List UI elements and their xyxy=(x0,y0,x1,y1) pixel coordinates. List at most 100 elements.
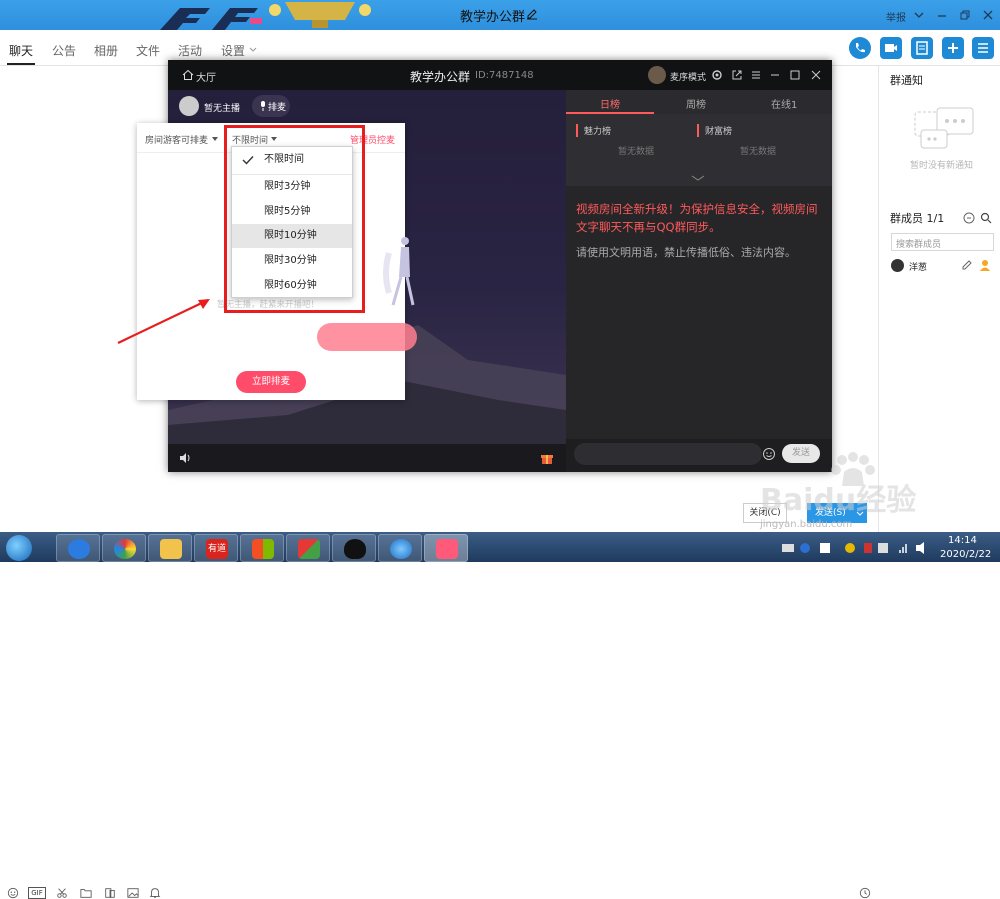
active-tab-indicator xyxy=(7,63,35,65)
voice-call-button[interactable] xyxy=(849,37,871,59)
more-menu-button[interactable] xyxy=(972,37,994,59)
maximize-icon[interactable] xyxy=(789,69,801,81)
edit-title-icon[interactable] xyxy=(526,8,538,20)
taskbar-app[interactable] xyxy=(286,534,330,562)
video-call-button[interactable] xyxy=(880,37,902,59)
scissors-icon[interactable] xyxy=(55,887,69,899)
menu-icon xyxy=(978,43,988,53)
tab-activities[interactable]: 活动 xyxy=(178,42,202,59)
taskbar-sogou[interactable] xyxy=(56,534,100,562)
speaker-icon[interactable] xyxy=(178,451,192,465)
qq-penguin-icon xyxy=(344,539,366,559)
image-icon[interactable] xyxy=(126,887,140,899)
mic-order-mode[interactable]: 麦序模式 xyxy=(670,70,706,83)
taskbar-ie[interactable] xyxy=(378,534,422,562)
watermark-text: Baidu经验 xyxy=(760,483,916,518)
add-app-button[interactable] xyxy=(942,37,964,59)
minimize-icon[interactable] xyxy=(935,8,949,22)
document-icon xyxy=(916,41,928,55)
queue-label[interactable]: 排麦 xyxy=(268,100,286,113)
minimize-icon[interactable] xyxy=(769,69,781,81)
title-bar: 教学办公群 举报 xyxy=(0,0,1000,30)
clock-date[interactable]: 2020/2/22 xyxy=(940,549,991,560)
expand-chevron-icon[interactable] xyxy=(690,174,706,182)
plus-icon xyxy=(948,43,958,53)
close-icon[interactable] xyxy=(981,8,995,22)
gift-icon[interactable] xyxy=(540,451,554,465)
video-room-title-bar: 大厅 教学办公群 ID:7487148 麦序模式 xyxy=(168,60,832,90)
tab-files[interactable]: 文件 xyxy=(136,42,160,59)
report-link[interactable]: 举报 xyxy=(886,9,906,24)
start-button[interactable] xyxy=(6,535,32,561)
window-title: 教学办公群 xyxy=(460,10,526,25)
red-arrow-annotation xyxy=(117,299,210,344)
share-screen-button[interactable] xyxy=(911,37,933,59)
tab-album[interactable]: 相册 xyxy=(94,42,118,59)
host-avatar xyxy=(179,96,199,116)
folder-icon xyxy=(160,539,182,559)
history-clock-icon[interactable] xyxy=(858,887,872,899)
no-notice-text: 暂时没有新通知 xyxy=(910,161,974,171)
folder-icon[interactable] xyxy=(79,887,93,899)
charm-rank-title: 魅力榜 xyxy=(576,124,611,137)
youdao-icon: 有道 xyxy=(206,539,228,559)
share-icon[interactable] xyxy=(731,69,743,81)
tab-online[interactable]: 在线1 xyxy=(771,96,797,111)
emoji-icon[interactable] xyxy=(6,887,20,899)
ranking-tabs: 日榜 周榜 在线1 xyxy=(566,90,832,114)
taskbar-browser[interactable] xyxy=(102,534,146,562)
tab-announcement[interactable]: 公告 xyxy=(52,42,76,59)
room-chat-input[interactable] xyxy=(574,443,762,465)
menu-icon[interactable] xyxy=(750,69,762,81)
tab-chat[interactable]: 聊天 xyxy=(9,42,33,59)
wealth-rank-empty: 暂无数据 xyxy=(740,147,777,157)
edit-icon[interactable] xyxy=(961,259,973,271)
gif-button[interactable]: GIF xyxy=(28,887,46,899)
video-icon xyxy=(885,44,897,52)
sogou-icon xyxy=(68,539,90,559)
member-avatar[interactable] xyxy=(891,259,904,272)
room-id: ID:7487148 xyxy=(475,70,534,81)
empty-notice-icon xyxy=(914,107,974,149)
office-icon xyxy=(252,539,274,559)
bell-icon[interactable] xyxy=(148,887,162,899)
taskbar-video-room[interactable] xyxy=(424,534,468,562)
lobby-link[interactable]: 大厅 xyxy=(196,69,216,84)
video-room-title: 教学办公群 xyxy=(410,70,471,84)
video-chat-icon xyxy=(436,539,458,559)
search-icon[interactable] xyxy=(980,212,992,224)
tab-weekly-rank[interactable]: 周榜 xyxy=(686,96,706,111)
system-tray-icons[interactable] xyxy=(780,538,930,558)
members-count: 群成员 1/1 xyxy=(890,212,945,225)
banner-graphic xyxy=(160,2,371,30)
microphone-icon xyxy=(261,101,265,111)
background-decoration xyxy=(317,323,417,351)
settings-gear-icon[interactable] xyxy=(711,69,723,81)
clock-time[interactable]: 14:14 xyxy=(948,535,977,546)
user-avatar[interactable] xyxy=(648,66,666,84)
taskbar-qq[interactable] xyxy=(332,534,376,562)
taskbar-explorer[interactable] xyxy=(148,534,192,562)
app-icon xyxy=(298,539,320,559)
close-icon[interactable] xyxy=(810,69,822,81)
member-name[interactable]: 洋葱 xyxy=(909,260,927,273)
taskbar-youdao[interactable]: 有道 xyxy=(194,534,238,562)
file-transfer-icon[interactable] xyxy=(103,887,117,899)
host-status: 暂无主播 xyxy=(204,104,241,114)
guest-queue-option[interactable]: 房间游客可排麦 xyxy=(145,133,208,146)
restore-icon[interactable] xyxy=(958,8,972,22)
guest-dropdown-icon[interactable] xyxy=(211,135,219,143)
invite-icon[interactable] xyxy=(963,212,975,224)
group-notice-title: 群通知 xyxy=(890,74,923,87)
tab-settings[interactable]: 设置 xyxy=(221,42,245,59)
dropdown-icon[interactable] xyxy=(912,8,926,22)
browser-icon xyxy=(114,539,136,559)
start-queue-button[interactable]: 立即排麦 xyxy=(236,371,306,393)
tab-daily-rank[interactable]: 日榜 xyxy=(600,96,620,111)
chat-rules: 请使用文明用语，禁止传播低俗、违法内容。 xyxy=(576,246,796,259)
highlight-box xyxy=(224,125,365,313)
member-search-input[interactable]: 搜索群成员 xyxy=(891,233,994,251)
ranking-panel: 魅力榜 暂无数据 财富榜 暂无数据 xyxy=(566,114,832,186)
home-icon[interactable] xyxy=(182,69,194,81)
taskbar-office[interactable] xyxy=(240,534,284,562)
